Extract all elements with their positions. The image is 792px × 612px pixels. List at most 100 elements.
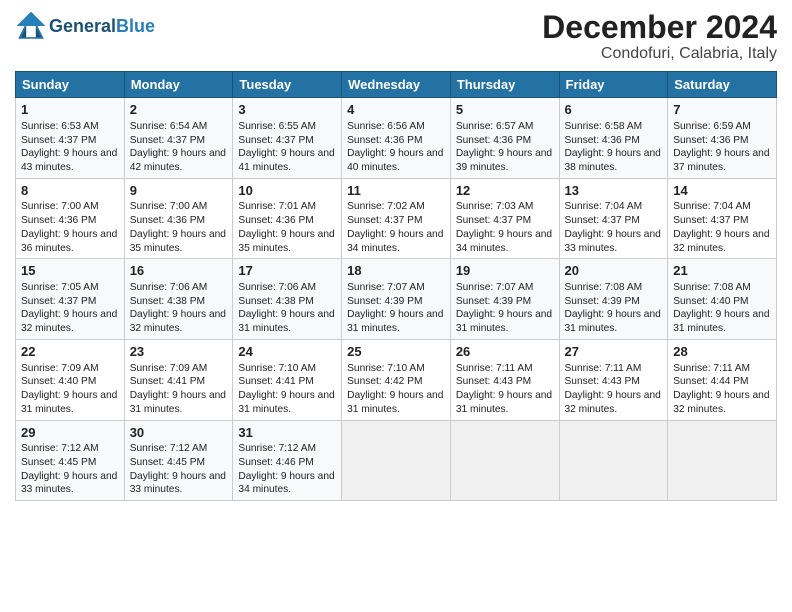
- daylight-text: Daylight: 9 hours and 32 minutes.: [673, 228, 771, 256]
- day-number: 14: [673, 182, 771, 200]
- daylight-text: Daylight: 9 hours and 35 minutes.: [130, 228, 228, 256]
- day-number: 30: [130, 424, 228, 442]
- daylight-text: Daylight: 9 hours and 33 minutes.: [21, 470, 119, 498]
- sunset-text: Sunset: 4:41 PM: [130, 375, 228, 389]
- day-number: 21: [673, 262, 771, 280]
- calendar-cell: 4Sunrise: 6:56 AMSunset: 4:36 PMDaylight…: [342, 98, 451, 179]
- page-title: December 2024: [542, 10, 777, 45]
- sunrise-text: Sunrise: 6:53 AM: [21, 120, 119, 134]
- calendar-week-row: 22Sunrise: 7:09 AMSunset: 4:40 PMDayligh…: [16, 340, 777, 421]
- sunset-text: Sunset: 4:39 PM: [565, 295, 663, 309]
- sunrise-text: Sunrise: 7:02 AM: [347, 200, 445, 214]
- calendar-cell: 15Sunrise: 7:05 AMSunset: 4:37 PMDayligh…: [16, 259, 125, 340]
- calendar-cell: 3Sunrise: 6:55 AMSunset: 4:37 PMDaylight…: [233, 98, 342, 179]
- sunset-text: Sunset: 4:43 PM: [565, 375, 663, 389]
- daylight-text: Daylight: 9 hours and 33 minutes.: [565, 228, 663, 256]
- sunset-text: Sunset: 4:45 PM: [21, 456, 119, 470]
- day-number: 5: [456, 101, 554, 119]
- day-number: 13: [565, 182, 663, 200]
- calendar-cell: 23Sunrise: 7:09 AMSunset: 4:41 PMDayligh…: [124, 340, 233, 421]
- calendar-cell: [450, 420, 559, 501]
- daylight-text: Daylight: 9 hours and 31 minutes.: [673, 308, 771, 336]
- calendar-cell: 12Sunrise: 7:03 AMSunset: 4:37 PMDayligh…: [450, 178, 559, 259]
- sunrise-text: Sunrise: 7:08 AM: [565, 281, 663, 295]
- day-number: 11: [347, 182, 445, 200]
- sunrise-text: Sunrise: 7:12 AM: [21, 442, 119, 456]
- sunset-text: Sunset: 4:37 PM: [673, 214, 771, 228]
- sunrise-text: Sunrise: 7:06 AM: [130, 281, 228, 295]
- calendar-cell: [668, 420, 777, 501]
- sunrise-text: Sunrise: 7:00 AM: [130, 200, 228, 214]
- col-header-monday: Monday: [124, 72, 233, 98]
- sunrise-text: Sunrise: 6:56 AM: [347, 120, 445, 134]
- sunset-text: Sunset: 4:39 PM: [456, 295, 554, 309]
- calendar-week-row: 29Sunrise: 7:12 AMSunset: 4:45 PMDayligh…: [16, 420, 777, 501]
- sunrise-text: Sunrise: 6:54 AM: [130, 120, 228, 134]
- daylight-text: Daylight: 9 hours and 32 minutes.: [565, 389, 663, 417]
- daylight-text: Daylight: 9 hours and 32 minutes.: [673, 389, 771, 417]
- sunset-text: Sunset: 4:36 PM: [456, 134, 554, 148]
- sunset-text: Sunset: 4:46 PM: [238, 456, 336, 470]
- daylight-text: Daylight: 9 hours and 31 minutes.: [238, 389, 336, 417]
- calendar-cell: 19Sunrise: 7:07 AMSunset: 4:39 PMDayligh…: [450, 259, 559, 340]
- sunset-text: Sunset: 4:42 PM: [347, 375, 445, 389]
- day-number: 22: [21, 343, 119, 361]
- calendar-week-row: 1Sunrise: 6:53 AMSunset: 4:37 PMDaylight…: [16, 98, 777, 179]
- calendar-cell: 29Sunrise: 7:12 AMSunset: 4:45 PMDayligh…: [16, 420, 125, 501]
- sunrise-text: Sunrise: 7:07 AM: [456, 281, 554, 295]
- day-number: 9: [130, 182, 228, 200]
- daylight-text: Daylight: 9 hours and 43 minutes.: [21, 147, 119, 175]
- day-number: 17: [238, 262, 336, 280]
- day-number: 23: [130, 343, 228, 361]
- sunrise-text: Sunrise: 7:10 AM: [347, 362, 445, 376]
- calendar-cell: 17Sunrise: 7:06 AMSunset: 4:38 PMDayligh…: [233, 259, 342, 340]
- calendar-week-row: 15Sunrise: 7:05 AMSunset: 4:37 PMDayligh…: [16, 259, 777, 340]
- daylight-text: Daylight: 9 hours and 38 minutes.: [565, 147, 663, 175]
- calendar-cell: [342, 420, 451, 501]
- day-number: 29: [21, 424, 119, 442]
- sunset-text: Sunset: 4:36 PM: [130, 214, 228, 228]
- sunset-text: Sunset: 4:40 PM: [673, 295, 771, 309]
- sunset-text: Sunset: 4:37 PM: [238, 134, 336, 148]
- daylight-text: Daylight: 9 hours and 31 minutes.: [565, 308, 663, 336]
- daylight-text: Daylight: 9 hours and 31 minutes.: [347, 389, 445, 417]
- sunset-text: Sunset: 4:37 PM: [456, 214, 554, 228]
- sunset-text: Sunset: 4:37 PM: [565, 214, 663, 228]
- main-container: GeneralBlue December 2024 Condofuri, Cal…: [0, 0, 792, 511]
- sunrise-text: Sunrise: 7:03 AM: [456, 200, 554, 214]
- sunset-text: Sunset: 4:36 PM: [673, 134, 771, 148]
- day-number: 24: [238, 343, 336, 361]
- sunrise-text: Sunrise: 6:59 AM: [673, 120, 771, 134]
- sunrise-text: Sunrise: 6:57 AM: [456, 120, 554, 134]
- day-number: 19: [456, 262, 554, 280]
- sunrise-text: Sunrise: 7:05 AM: [21, 281, 119, 295]
- calendar-cell: 22Sunrise: 7:09 AMSunset: 4:40 PMDayligh…: [16, 340, 125, 421]
- sunrise-text: Sunrise: 7:01 AM: [238, 200, 336, 214]
- logo: GeneralBlue: [15, 10, 155, 42]
- daylight-text: Daylight: 9 hours and 31 minutes.: [347, 308, 445, 336]
- daylight-text: Daylight: 9 hours and 32 minutes.: [21, 308, 119, 336]
- sunrise-text: Sunrise: 7:12 AM: [238, 442, 336, 456]
- sunset-text: Sunset: 4:37 PM: [21, 295, 119, 309]
- calendar-cell: 25Sunrise: 7:10 AMSunset: 4:42 PMDayligh…: [342, 340, 451, 421]
- sunset-text: Sunset: 4:43 PM: [456, 375, 554, 389]
- day-number: 6: [565, 101, 663, 119]
- calendar-cell: 26Sunrise: 7:11 AMSunset: 4:43 PMDayligh…: [450, 340, 559, 421]
- daylight-text: Daylight: 9 hours and 31 minutes.: [238, 308, 336, 336]
- daylight-text: Daylight: 9 hours and 31 minutes.: [21, 389, 119, 417]
- daylight-text: Daylight: 9 hours and 37 minutes.: [673, 147, 771, 175]
- day-number: 18: [347, 262, 445, 280]
- col-header-wednesday: Wednesday: [342, 72, 451, 98]
- calendar-cell: [559, 420, 668, 501]
- day-number: 7: [673, 101, 771, 119]
- sunrise-text: Sunrise: 7:10 AM: [238, 362, 336, 376]
- sunrise-text: Sunrise: 6:55 AM: [238, 120, 336, 134]
- day-number: 20: [565, 262, 663, 280]
- logo-icon: [15, 10, 47, 42]
- daylight-text: Daylight: 9 hours and 40 minutes.: [347, 147, 445, 175]
- calendar-week-row: 8Sunrise: 7:00 AMSunset: 4:36 PMDaylight…: [16, 178, 777, 259]
- calendar-cell: 6Sunrise: 6:58 AMSunset: 4:36 PMDaylight…: [559, 98, 668, 179]
- day-number: 15: [21, 262, 119, 280]
- calendar-cell: 14Sunrise: 7:04 AMSunset: 4:37 PMDayligh…: [668, 178, 777, 259]
- daylight-text: Daylight: 9 hours and 33 minutes.: [130, 470, 228, 498]
